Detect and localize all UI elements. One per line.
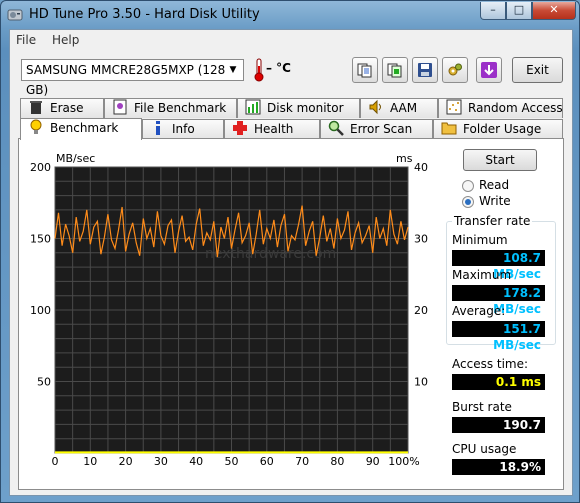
chart-left-unit: MB/sec xyxy=(56,152,95,165)
chart-left-tick-label: 50 xyxy=(37,376,51,389)
chart-x-tick-label: 0 xyxy=(52,455,59,468)
minimum-label: Minimum xyxy=(452,233,508,247)
chart-x-tick-label: 20 xyxy=(119,455,133,468)
chart-x-tick-label: 90 xyxy=(366,455,380,468)
chart-left-tick-label: 150 xyxy=(30,233,51,246)
cpu-usage-label: CPU usage xyxy=(452,442,517,456)
access-time-label: Access time: xyxy=(452,357,529,371)
write-radio[interactable] xyxy=(462,196,474,208)
chart-right-unit: ms xyxy=(396,152,413,165)
minimum-value: 108.7 MB/sec xyxy=(452,250,545,281)
chart-left-tick-label: 200 xyxy=(30,161,51,174)
cpu-usage-value: 18.9% xyxy=(452,459,545,475)
average-label: Average: xyxy=(452,304,506,318)
read-radio-label: Read xyxy=(479,178,510,192)
chart-left-ticks: 200 150 100 50 xyxy=(30,161,51,389)
chart-x-tick-label: 10 xyxy=(83,455,97,468)
burst-rate-value: 190.7 MB/sec xyxy=(452,417,545,448)
write-radio-label: Write xyxy=(479,194,511,208)
burst-rate-label: Burst rate xyxy=(452,400,512,414)
transfer-rate-title: Transfer rate xyxy=(452,214,533,228)
chart-x-ticks: 0 10 20 30 40 50 60 70 80 90 100% xyxy=(52,455,420,468)
average-value: 151.7 MB/sec xyxy=(452,321,545,352)
chart-right-ticks: 40 30 20 10 xyxy=(414,161,428,389)
chart-x-tick-label: 100% xyxy=(388,455,419,468)
chart-right-tick-label: 20 xyxy=(414,304,428,317)
chart-x-tick-label: 40 xyxy=(189,455,203,468)
start-button[interactable]: Start xyxy=(463,149,537,171)
read-radio[interactable] xyxy=(462,180,474,192)
chart-x-tick-label: 70 xyxy=(295,455,309,468)
chart-right-tick-label: 40 xyxy=(414,161,428,174)
maximum-label: Maximum xyxy=(452,268,512,282)
chart-x-tick-label: 80 xyxy=(330,455,344,468)
maximum-value: 178.2 MB/sec xyxy=(452,285,545,316)
chart-x-tick-label: 30 xyxy=(154,455,168,468)
chart-right-tick-label: 30 xyxy=(414,233,428,246)
chart-left-tick-label: 100 xyxy=(30,304,51,317)
chart-right-tick-label: 10 xyxy=(414,376,428,389)
access-time-value: 0.1 ms xyxy=(452,374,545,390)
chart-gridlines xyxy=(55,167,408,453)
chart-x-tick-label: 60 xyxy=(260,455,274,468)
chart-x-tick-label: 50 xyxy=(225,455,239,468)
